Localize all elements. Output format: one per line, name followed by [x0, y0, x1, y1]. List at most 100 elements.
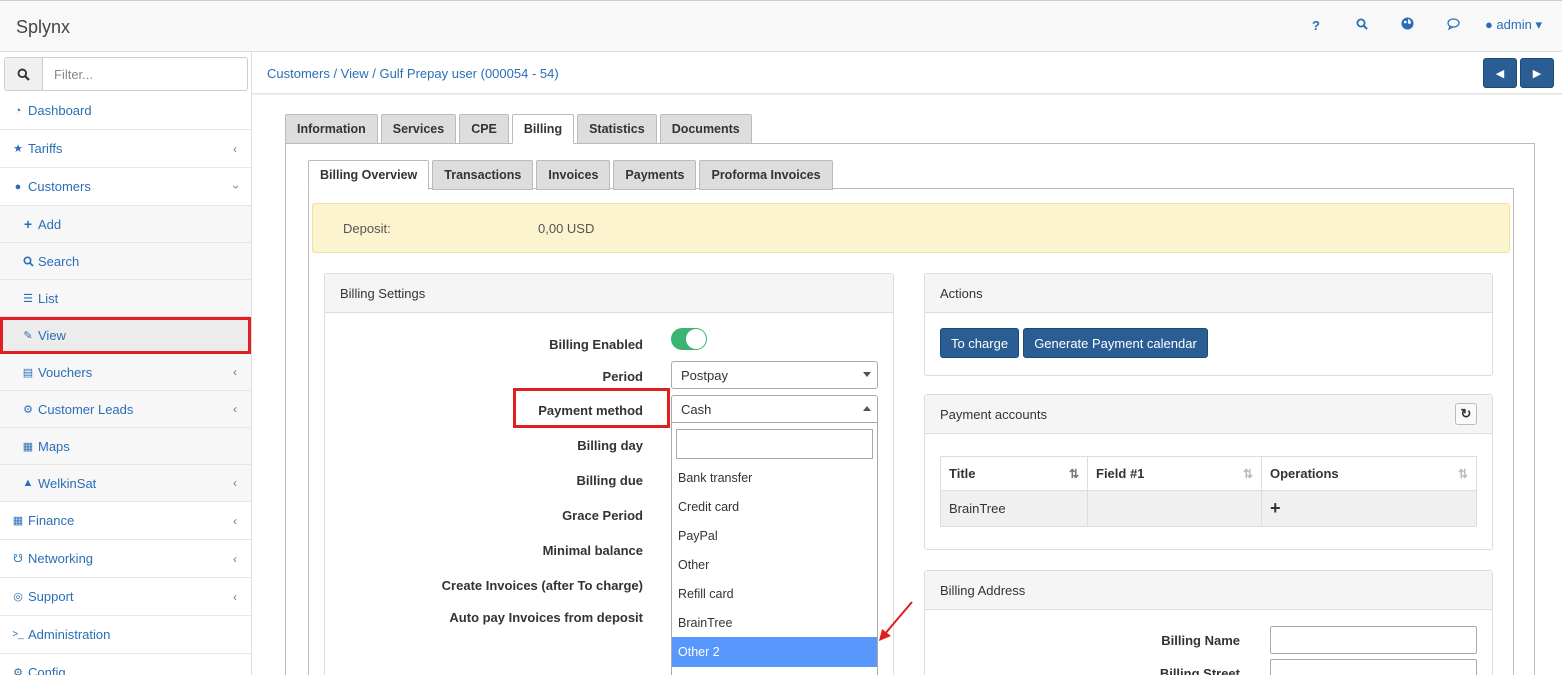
cell-field1 — [1087, 490, 1262, 527]
tab-information[interactable]: Information — [285, 114, 378, 144]
breadcrumb-bar: Customers / View / Gulf Prepay user (000… — [252, 52, 1562, 94]
sidebar-item-view[interactable]: ✎ View — [0, 317, 251, 354]
option-bank-transfer[interactable]: Bank transfer — [672, 463, 877, 492]
sidebar-item-add[interactable]: + Add — [0, 206, 251, 243]
sidebar-filter-input[interactable] — [43, 58, 243, 90]
next-customer-button[interactable]: ▶ — [1520, 58, 1554, 88]
billing-address-title: Billing Address — [925, 571, 1492, 610]
billing-settings-box: Billing Settings Billing Enabled Period … — [324, 273, 894, 675]
column-header-field1[interactable]: Field #1 ⇅ — [1087, 456, 1262, 491]
chevron-left-icon: ‹ — [233, 402, 237, 416]
tab-billing[interactable]: Billing — [511, 114, 575, 144]
refresh-icon: ↻ — [1460, 406, 1472, 421]
option-other-2[interactable]: Other 2 — [672, 637, 877, 667]
caret-down-icon: ▾ — [1535, 17, 1542, 32]
sidebar-item-vouchers[interactable]: ▤ Vouchers ‹ — [0, 354, 251, 391]
column-header-operations[interactable]: Operations ⇅ — [1261, 456, 1477, 491]
subtab-payments[interactable]: Payments — [613, 160, 697, 190]
gear-icon: ⚙ — [23, 403, 33, 416]
voucher-icon: ▤ — [22, 366, 34, 379]
period-select[interactable]: Postpay — [671, 361, 878, 389]
user-menu[interactable]: ● admin ▾ — [1477, 17, 1542, 33]
globe-icon[interactable] — [1385, 17, 1431, 33]
sidebar-item-dashboard[interactable]: ◔ Dashboard — [0, 92, 251, 130]
to-charge-button[interactable]: To charge — [940, 328, 1019, 358]
toggle-knob — [686, 329, 706, 349]
previous-customer-button[interactable]: ◀ — [1483, 58, 1517, 88]
generate-payment-calendar-button[interactable]: Generate Payment calendar — [1023, 328, 1208, 358]
tab-statistics[interactable]: Statistics — [577, 114, 657, 144]
column-header-title[interactable]: Title ⇅ — [940, 456, 1088, 491]
network-icon: ☋ — [13, 553, 23, 565]
caret-down-icon — [863, 372, 871, 377]
tab-documents[interactable]: Documents — [659, 114, 752, 144]
billing-name-label: Billing Name — [1161, 633, 1240, 648]
sidebar-item-search[interactable]: Search — [0, 243, 251, 280]
plus-icon: + — [1270, 498, 1281, 518]
breadcrumb[interactable]: Customers / View / Gulf Prepay user (000… — [267, 66, 559, 81]
option-credit-card[interactable]: Credit card — [672, 492, 877, 521]
main-content: Deposit: 0,00 USD Billing Settings Billi… — [252, 95, 1562, 675]
refresh-button[interactable]: ↻ — [1455, 403, 1477, 425]
sidebar-item-support[interactable]: ◎ Support ‹ — [0, 578, 251, 616]
sidebar-item-administration[interactable]: >_ Administration — [0, 616, 251, 654]
billing-enabled-label: Billing Enabled — [549, 337, 643, 352]
sidebar-item-networking[interactable]: ☋ Networking ‹ — [0, 540, 251, 578]
payment-method-search-input[interactable] — [676, 429, 873, 459]
sidebar-item-finance[interactable]: ▦ Finance ‹ — [0, 502, 251, 540]
user-icon: ● — [1484, 17, 1493, 32]
subtab-invoices[interactable]: Invoices — [536, 160, 611, 190]
billing-name-input[interactable] — [1270, 626, 1477, 654]
list-icon: ☰ — [23, 292, 33, 305]
sidebar-item-customer-leads[interactable]: ⚙ Customer Leads ‹ — [0, 391, 251, 428]
sort-icon: ⇅ — [1242, 467, 1253, 481]
help-icon[interactable]: ? — [1293, 18, 1339, 33]
table-row: BrainTree + — [940, 490, 1477, 527]
annotation-box — [513, 388, 670, 428]
terminal-icon: >_ — [12, 629, 24, 640]
chevron-left-icon: ‹ — [233, 365, 237, 379]
payment-method-select[interactable]: Cash — [671, 395, 878, 423]
billing-day-label: Billing day — [577, 438, 643, 453]
billing-enabled-toggle[interactable] — [671, 328, 707, 350]
tab-services[interactable]: Services — [380, 114, 457, 144]
billing-settings-title: Billing Settings — [325, 274, 893, 313]
star-icon: ★ — [13, 143, 23, 155]
sidebar-item-list[interactable]: ☰ List — [0, 280, 251, 317]
option-paypal[interactable]: PayPal — [672, 521, 877, 550]
create-invoices-label: Create Invoices (after To charge) — [441, 578, 643, 593]
user-icon: ● — [14, 180, 22, 193]
sidebar-item-welkinsat[interactable]: ▲ WelkinSat ‹ — [0, 465, 251, 502]
sidebar-item-config[interactable]: ⚙ Config — [0, 654, 251, 675]
deposit-alert: Deposit: 0,00 USD — [312, 203, 1510, 253]
sidebar-item-maps[interactable]: ▦ Maps — [0, 428, 251, 465]
payment-accounts-title: Payment accounts — [925, 395, 1492, 434]
subtab-billing-overview[interactable]: Billing Overview — [308, 160, 430, 190]
chevron-left-icon: ‹ — [233, 551, 237, 566]
map-icon: ▦ — [22, 440, 34, 453]
chevron-down-icon: ‹ — [228, 184, 242, 189]
option-refill-card[interactable]: Refill card — [672, 579, 877, 608]
cell-title: BrainTree — [940, 490, 1088, 527]
search-icon[interactable] — [5, 58, 43, 90]
add-operation-button[interactable]: + — [1261, 490, 1477, 527]
billing-street-input[interactable] — [1270, 659, 1477, 675]
option-braintree[interactable]: BrainTree — [672, 608, 877, 637]
brand-logo[interactable]: Splynx — [16, 17, 70, 38]
search-icon[interactable] — [1339, 18, 1385, 33]
billing-due-label: Billing due — [576, 473, 643, 488]
tab-cpe[interactable]: CPE — [459, 114, 509, 144]
subtab-transactions[interactable]: Transactions — [432, 160, 534, 190]
top-navbar: Splynx ? ● admin ▾ — [0, 0, 1562, 52]
billing-subtabs: Billing Overview Transactions Invoices P… — [308, 160, 836, 190]
user-name: admin — [1496, 17, 1532, 32]
pencil-icon: ✎ — [23, 329, 33, 342]
option-other[interactable]: Other — [672, 550, 877, 579]
chat-icon[interactable] — [1431, 17, 1477, 33]
satellite-icon: ▲ — [22, 477, 34, 489]
top-icons: ? ● admin ▾ — [1293, 17, 1542, 33]
sidebar-item-customers[interactable]: ● Customers ‹ — [0, 168, 251, 206]
sidebar-item-tariffs[interactable]: ★ Tariffs ‹ — [0, 130, 251, 168]
subtab-proforma-invoices[interactable]: Proforma Invoices — [699, 160, 833, 190]
minimal-balance-label: Minimal balance — [542, 543, 643, 558]
